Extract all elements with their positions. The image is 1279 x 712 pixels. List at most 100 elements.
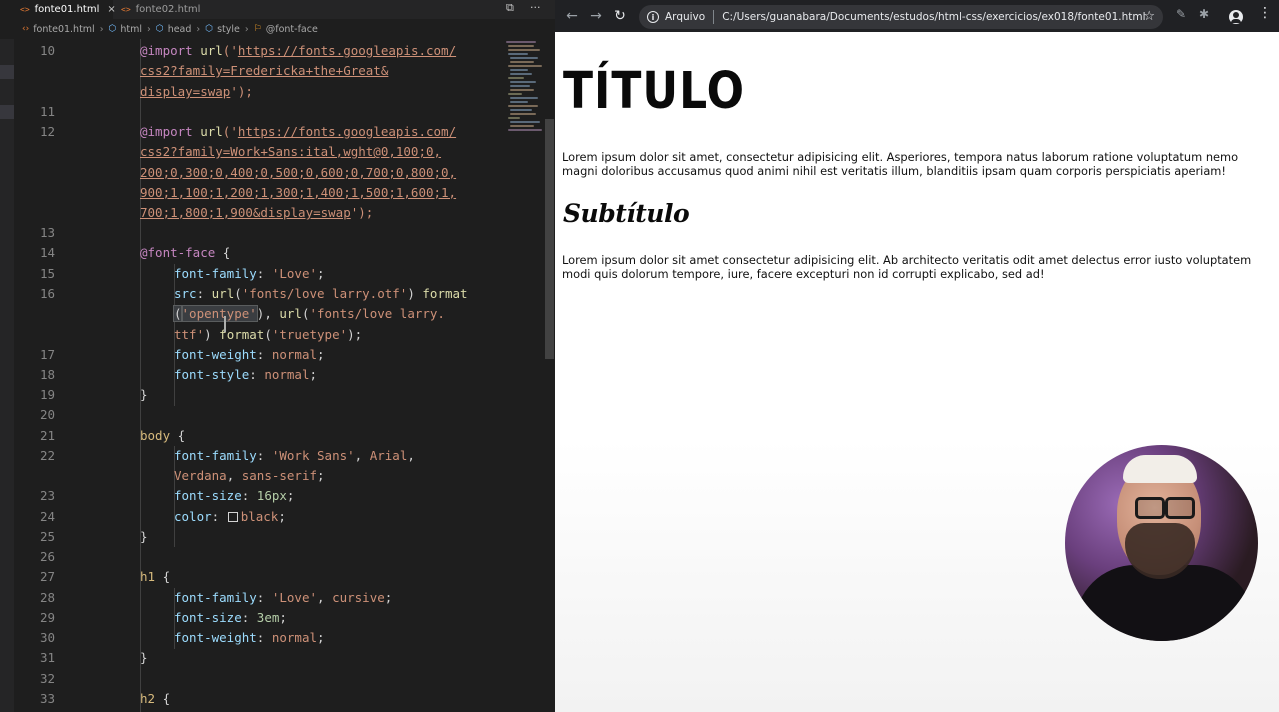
breadcrumb-file[interactable]: ‹› fonte01.html — [22, 24, 95, 35]
page-subheading: Subtítulo — [563, 199, 690, 228]
minimap-line — [510, 109, 532, 111]
code-link[interactable]: https://fonts.googleapis.com/ — [238, 124, 456, 139]
minimap-line — [508, 105, 538, 107]
bookmark-star-icon[interactable]: ☆ — [1143, 9, 1155, 24]
code-link[interactable]: css2?family=Fredericka+the+Great& — [140, 63, 388, 78]
line-number: 20 — [39, 407, 55, 422]
minimap[interactable] — [504, 39, 544, 139]
glasses-lens — [1165, 497, 1195, 519]
code-token: '); — [230, 84, 253, 99]
code-line: @font-face { — [140, 243, 230, 263]
line-number: 15 — [39, 266, 55, 281]
minimap-line — [510, 97, 538, 99]
code-token: , — [354, 448, 370, 463]
code-token: format — [422, 286, 468, 301]
minimap-line — [508, 129, 542, 131]
minimap-line — [510, 125, 534, 127]
code-line: css2?family=Fredericka+the+Great& — [140, 61, 388, 81]
breadcrumb-label: style — [217, 23, 240, 35]
line-number: 27 — [39, 569, 55, 584]
code-token: font-family — [174, 590, 257, 605]
browser-toolbar: ← → ↻ i Arquivo C:/Users/guanabara/Docum… — [555, 0, 1279, 32]
address-bar[interactable]: i Arquivo C:/Users/guanabara/Documents/e… — [639, 5, 1163, 29]
code-token: @import — [140, 43, 193, 58]
code-line: body { — [140, 426, 185, 446]
forward-arrow-icon[interactable]: → — [586, 6, 606, 26]
menu-icon[interactable]: ⋮ — [1258, 5, 1272, 21]
code-token: Arial — [369, 448, 408, 463]
code-token: ; — [278, 509, 286, 524]
minimap-line — [508, 77, 524, 79]
code-link[interactable]: 700;1,800;1,900&display=swap — [140, 205, 351, 220]
code-token: cursive — [332, 590, 385, 605]
code-token: normal — [271, 347, 318, 362]
code-token: ( — [234, 286, 242, 301]
minimap-line — [510, 121, 540, 123]
code-token: 'Love' — [271, 266, 318, 281]
line-number: 25 — [39, 529, 55, 544]
code-token: font-family — [174, 266, 257, 281]
line-number: 26 — [39, 549, 55, 564]
url-text[interactable]: C:/Users/guanabara/Documents/estudos/htm… — [722, 11, 1145, 23]
code-editor: <> fonte01.html × <> fonte02.html ⧉ ··· … — [0, 0, 555, 712]
tag-icon: ⬡ — [155, 24, 164, 34]
reload-icon[interactable]: ↻ — [610, 6, 630, 26]
split-editor-icon[interactable]: ⧉ — [506, 1, 514, 15]
code-token: : — [196, 286, 212, 301]
chevron-right-icon: › — [147, 23, 151, 35]
minimap-line — [508, 65, 542, 67]
code-token: font-weight — [174, 347, 257, 362]
code-link[interactable]: https://fonts.googleapis.com/ — [238, 43, 456, 58]
profile-icon[interactable] — [1229, 10, 1243, 24]
tab-fonte01[interactable]: <> fonte01.html × — [0, 0, 116, 19]
code-token: 'Love' — [271, 590, 318, 605]
minimap-line — [510, 73, 532, 75]
code-area[interactable]: @import url('https://fonts.googleapis.co… — [74, 39, 504, 712]
code-token: ; — [317, 630, 325, 645]
code-line: 200;0,300;0,400;0,500;0,600;0,700;0,800;… — [140, 163, 456, 183]
tab-fonte02[interactable]: <> fonte02.html — [113, 0, 203, 19]
pen-icon[interactable]: ✎ — [1176, 7, 1186, 21]
minimap-line — [510, 101, 528, 103]
back-arrow-icon[interactable]: ← — [562, 6, 582, 26]
code-link[interactable]: 200;0,300;0,400;0,500;0,600;0,700;0,800;… — [140, 165, 456, 180]
code-token: url — [200, 124, 223, 139]
code-token: : — [249, 367, 265, 382]
line-number: 14 — [39, 245, 55, 260]
code-link[interactable]: display=swap — [140, 84, 230, 99]
code-token: h1 — [140, 569, 156, 584]
code-token: black — [240, 509, 279, 524]
info-icon[interactable]: i — [647, 11, 659, 23]
code-line: } — [140, 385, 148, 405]
code-token: url — [200, 43, 223, 58]
scrollbar-thumb[interactable] — [545, 119, 554, 359]
extensions-icon[interactable]: ✱ — [1199, 7, 1209, 21]
code-token: body — [140, 428, 171, 443]
code-token: font-weight — [174, 630, 257, 645]
more-actions-icon[interactable]: ··· — [530, 1, 541, 14]
tab-label: fonte01.html — [34, 4, 100, 15]
code-token: : — [211, 509, 227, 524]
code-token: ; — [384, 590, 393, 605]
minimap-line — [510, 81, 536, 83]
breadcrumb-html[interactable]: ⬡ html — [109, 24, 143, 35]
vertical-scrollbar[interactable] — [544, 39, 555, 712]
site-info-label[interactable]: Arquivo — [665, 11, 705, 23]
tag-icon: ⬡ — [205, 24, 214, 34]
line-number: 10 — [39, 43, 55, 58]
code-link[interactable]: 900;1,100;1,200;1,300;1,400;1,500;1,600;… — [140, 185, 456, 200]
line-number: 29 — [39, 610, 55, 625]
code-token: h2 — [140, 691, 156, 706]
code-link[interactable]: css2?family=Work+Sans:ital,wght@0,100;0, — [140, 144, 441, 159]
code-line: @import url('https://fonts.googleapis.co… — [140, 122, 456, 142]
breadcrumb-label: head — [167, 23, 192, 35]
minimap-line — [510, 113, 536, 115]
minimap-line — [508, 93, 522, 95]
breadcrumb-style[interactable]: ⬡ style — [205, 24, 240, 35]
code-token: , — [317, 590, 333, 605]
tag-icon: ⬡ — [108, 24, 117, 34]
color-swatch[interactable] — [227, 512, 238, 522]
breadcrumb-head[interactable]: ⬡ head — [156, 24, 192, 35]
breadcrumb: ‹› fonte01.html › ⬡ html › ⬡ head › ⬡ style … — [0, 19, 555, 39]
breadcrumb-font-face[interactable]: ⚐ @font-face — [254, 24, 318, 35]
